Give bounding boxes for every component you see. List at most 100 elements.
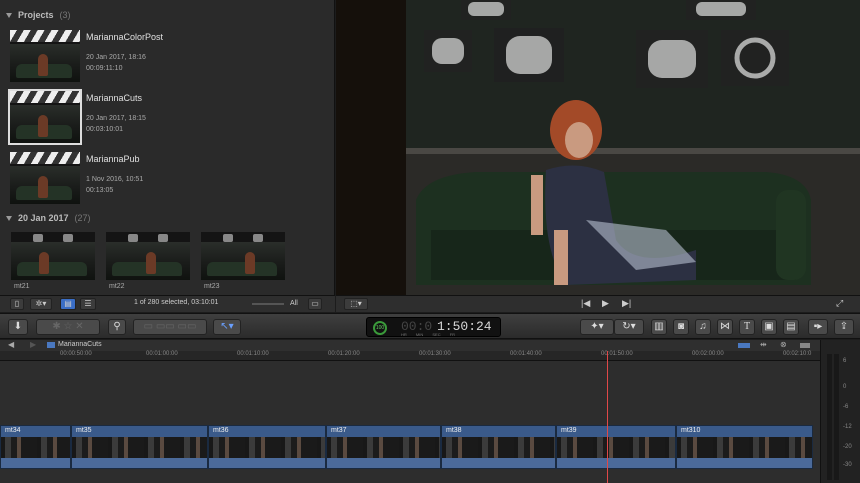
transitions-icon[interactable]: ⋈ — [717, 319, 733, 335]
snapping-icon[interactable]: ⊗ — [780, 340, 787, 349]
clip-label: mt310 — [681, 427, 701, 434]
retime-icon[interactable]: ↻▾ — [614, 319, 644, 335]
project-duration: 00:03:10:01 — [86, 126, 123, 133]
photos-icon[interactable]: ◙ — [673, 319, 689, 335]
project-duration: 00:13:05 — [86, 187, 114, 194]
audio-skimming-icon[interactable]: ⇹ — [760, 340, 767, 349]
disclosure-triangle-icon[interactable] — [6, 216, 12, 222]
viewer-display-options-button[interactable]: ⬚▾ — [344, 298, 368, 310]
viewer-bottom-bar: ⬚▾ |◀ ▶ ▶| ⤢ — [336, 295, 860, 312]
clip-thumbnail[interactable] — [201, 232, 285, 280]
project-thumbnail[interactable] — [10, 152, 80, 204]
timeline-project-name: MariannaCuts — [58, 341, 102, 348]
meter-label: 6 — [843, 358, 847, 364]
event-section-header[interactable]: 20 Jan 2017 (27) — [6, 213, 91, 223]
project-thumbnail-selected[interactable] — [8, 89, 82, 145]
timeline-clip[interactable]: mt36 — [208, 425, 326, 469]
filmstrip-view-button[interactable]: ▤ — [60, 298, 76, 310]
keyword-icon[interactable]: ⚲ — [108, 319, 126, 335]
timeline-clip[interactable]: mt37 — [326, 425, 441, 469]
disclosure-triangle-icon[interactable] — [6, 13, 12, 19]
timecode-badge: 100 — [373, 321, 387, 335]
meter-label: -30 — [843, 462, 852, 468]
ruler-tick: 00:01:50:00 — [601, 351, 633, 357]
project-thumbnail[interactable] — [10, 30, 80, 82]
project-date: 20 Jan 2017, 18:15 — [86, 115, 146, 122]
meter-bar-right — [834, 354, 839, 480]
ruler-tick: 00:01:20:00 — [328, 351, 360, 357]
meter-label: -6 — [843, 404, 849, 410]
clip-label: mt35 — [76, 427, 92, 434]
meter-label: -20 — [843, 444, 852, 450]
select-tool-icon[interactable]: ↖▾ — [213, 319, 241, 335]
edit-buttons[interactable]: ▭ ▭▭ ▭▭ — [133, 319, 207, 335]
timeline-clip[interactable]: mt39 — [556, 425, 676, 469]
next-frame-icon[interactable]: ▶| — [622, 298, 631, 309]
main-toolbar: ⬇ ✱ ☆ ✕ ⚲ ▭ ▭▭ ▭▭ ↖▾ 100 00:0 1:50:24 HR… — [0, 313, 860, 339]
generators-icon[interactable]: ▣ — [761, 319, 777, 335]
project-browser: Projects (3) MariannaColorPost 20 Jan 201… — [0, 0, 335, 295]
projects-section-header[interactable]: Projects (3) — [6, 10, 71, 20]
timeline-clip[interactable]: mt38 — [441, 425, 556, 469]
timecode-display[interactable]: 100 00:0 1:50:24 HR MIN SEC FR — [366, 317, 501, 337]
event-count: (27) — [74, 213, 91, 223]
browser-bottom-bar: ▯ ✲▾ ▤ ☰ 1 of 280 selected, 03:10:01 All… — [0, 295, 335, 312]
projects-label: Projects — [18, 10, 54, 20]
themes-icon[interactable]: ▤ — [783, 319, 799, 335]
list-view-button[interactable]: ☰ — [80, 298, 96, 310]
clip-name: mt23 — [204, 283, 220, 290]
playhead[interactable] — [607, 351, 608, 483]
meter-label: 0 — [843, 384, 847, 390]
project-title: MariannaCuts — [86, 93, 143, 103]
fullscreen-icon[interactable]: ⤢ — [836, 298, 843, 309]
clip-label: mt37 — [331, 427, 347, 434]
clapper-icon — [10, 30, 80, 42]
project-date: 1 Nov 2016, 10:51 — [86, 176, 144, 183]
toggle-sidebar-button[interactable]: ▯ — [10, 298, 24, 310]
clip-appearance-icon[interactable] — [738, 343, 750, 348]
project-item[interactable]: MariannaPub 1 Nov 2016, 10:51 00:13:05 — [10, 152, 310, 208]
filter-popup[interactable]: All — [290, 300, 298, 307]
timeline-ruler[interactable]: 00:00:50:00 00:01:00:00 00:01:10:00 00:0… — [0, 351, 820, 361]
rating-buttons[interactable]: ✱ ☆ ✕ — [36, 319, 100, 335]
clip-label: mt39 — [561, 427, 577, 434]
ruler-tick: 00:02:10:0 — [783, 351, 812, 357]
project-title: MariannaColorPost — [86, 32, 164, 42]
viewer-frame — [336, 0, 860, 295]
timeline-clip[interactable]: mt310 — [676, 425, 813, 469]
enhancements-icon[interactable]: ✦▾ — [580, 319, 614, 335]
clip-thumbnail[interactable] — [11, 232, 95, 280]
project-item[interactable]: MariannaCuts 20 Jan 2017, 18:15 00:03:10… — [8, 89, 310, 147]
project-item[interactable]: MariannaColorPost 20 Jan 2017, 18:16 00:… — [10, 30, 310, 86]
ruler-tick: 00:01:00:00 — [146, 351, 178, 357]
project-duration: 00:09:11:10 — [86, 65, 123, 72]
clip-appearance-button[interactable]: ▭ — [308, 298, 322, 310]
inspector-icon[interactable]: ▪▸ — [808, 319, 828, 335]
ruler-tick: 00:00:50:00 — [60, 351, 92, 357]
forward-arrow-icon[interactable]: ▶ — [30, 340, 36, 349]
previous-frame-icon[interactable]: |◀ — [581, 298, 590, 309]
titles-icon[interactable]: T — [739, 319, 755, 335]
selection-status: 1 of 280 selected, 03:10:01 — [134, 299, 219, 306]
clip-label: mt34 — [5, 427, 21, 434]
ruler-tick: 00:02:00:00 — [692, 351, 724, 357]
effects-browser-icon[interactable]: ▥ — [651, 319, 667, 335]
gear-icon[interactable]: ✲▾ — [30, 298, 52, 310]
share-icon[interactable]: ⇪ — [834, 319, 854, 335]
import-icon[interactable]: ⬇ — [8, 319, 28, 335]
timeline-clip[interactable]: mt35 — [71, 425, 208, 469]
music-icon[interactable]: ♫ — [695, 319, 711, 335]
clip-label: mt38 — [446, 427, 462, 434]
solo-icon[interactable] — [800, 343, 810, 348]
back-arrow-icon[interactable]: ◀ — [8, 340, 14, 349]
clip-thumbnail[interactable] — [106, 232, 190, 280]
play-icon[interactable]: ▶ — [602, 298, 609, 309]
timecode-units: HR MIN SEC FR — [401, 332, 456, 337]
timeline-header: ◀ ▶ MariannaCuts ⇹ ⊗ — [0, 340, 820, 351]
timeline-clip[interactable]: mt34 — [0, 425, 71, 469]
clip-size-slider[interactable] — [252, 303, 284, 305]
clapper-icon — [10, 152, 80, 164]
clapper-icon — [10, 91, 80, 103]
project-title: MariannaPub — [86, 154, 140, 164]
clip-name: mt21 — [14, 283, 30, 290]
